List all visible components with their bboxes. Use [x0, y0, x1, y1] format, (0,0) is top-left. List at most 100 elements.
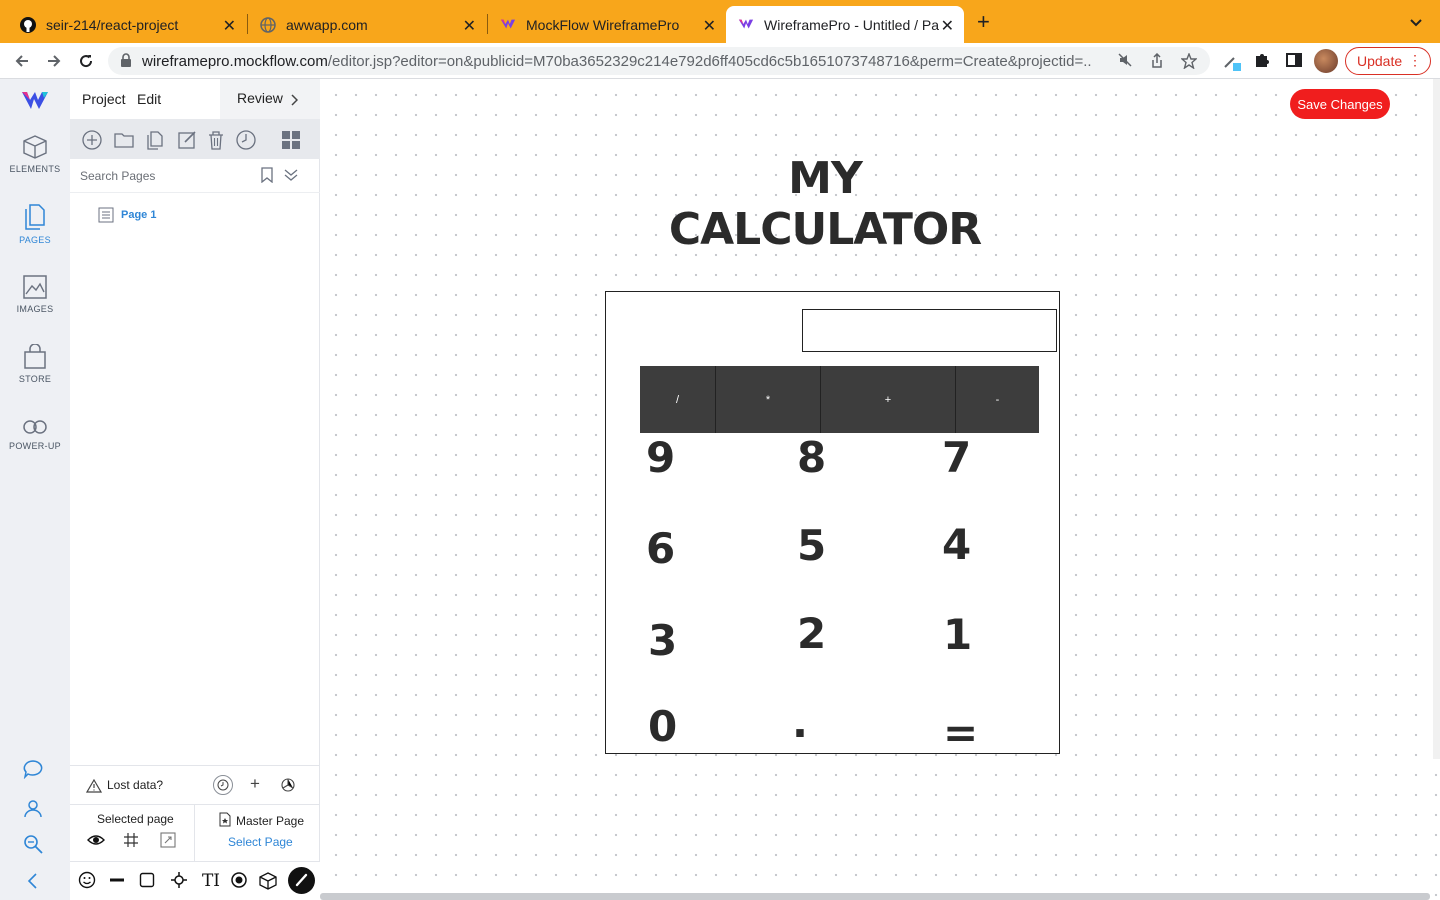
tab-react-project[interactable]: seir-214/react-project ✕	[8, 6, 246, 43]
grid-view-icon[interactable]	[280, 129, 302, 151]
draw-brush-icon[interactable]	[288, 867, 315, 894]
tab-awwapp[interactable]: awwapp.com ✕	[248, 6, 486, 43]
profile-avatar[interactable]	[1314, 49, 1338, 73]
search-pages	[70, 159, 320, 193]
equals-sign[interactable]: =	[943, 712, 978, 754]
grid-icon[interactable]	[123, 832, 139, 848]
address-bar[interactable]: wireframepro.mockflow.com/editor.jsp?edi…	[108, 47, 1210, 75]
side-panel-icon[interactable]	[1284, 51, 1304, 71]
trash-icon[interactable]	[205, 129, 227, 151]
calculator-display[interactable]	[802, 309, 1057, 352]
forward-icon[interactable]	[42, 49, 66, 73]
history-clock-icon[interactable]	[235, 129, 257, 151]
reload-icon[interactable]	[74, 49, 98, 73]
move-tool-icon[interactable]	[169, 871, 189, 891]
pages-toolbar	[70, 119, 320, 159]
eye-icon[interactable]	[87, 833, 105, 847]
new-tab-button[interactable]: +	[977, 11, 990, 33]
collapse-all-icon[interactable]	[283, 168, 299, 182]
tab-label: MockFlow WireframePro	[526, 16, 680, 33]
rail-store-label: STORE	[18, 374, 52, 384]
rail-pages[interactable]: PAGES	[0, 203, 70, 245]
save-changes-button[interactable]: Save Changes	[1290, 89, 1390, 119]
menu-review-label: Review	[237, 90, 283, 106]
close-tab-icon[interactable]: ✕	[703, 16, 716, 36]
rename-icon[interactable]	[176, 129, 198, 151]
zoom-icon[interactable]	[22, 833, 48, 855]
page-icon	[98, 207, 114, 223]
editor-canvas[interactable]: Save Changes MY CALCULATOR / * + - 9 8 7…	[320, 79, 1440, 900]
operator-subtract[interactable]: -	[956, 366, 1039, 433]
smiley-icon[interactable]	[77, 871, 97, 891]
close-tab-icon[interactable]: ✕	[463, 16, 476, 36]
close-tab-icon[interactable]: ✕	[223, 16, 236, 36]
extension-eyedropper-icon[interactable]	[1222, 51, 1242, 71]
share-icon[interactable]	[1148, 52, 1166, 71]
add-icon[interactable]: +	[245, 775, 265, 795]
wireframe-title[interactable]: MY CALCULATOR	[640, 153, 1010, 255]
operator-divide[interactable]: /	[640, 366, 716, 433]
digit-4[interactable]: 4	[942, 524, 971, 566]
tab-mockflow[interactable]: MockFlow WireframePro ✕	[488, 6, 726, 43]
rail-power-up[interactable]: POWER-UP	[0, 417, 70, 451]
selected-page-label: Selected page	[97, 812, 174, 826]
rectangle-tool-icon[interactable]	[137, 871, 157, 891]
operator-add[interactable]: +	[821, 366, 956, 433]
menu-review[interactable]: Review	[220, 79, 320, 119]
mockflow-logo[interactable]	[0, 89, 70, 119]
tab-wireframepro-active[interactable]: WireframePro - Untitled / Page ✕	[726, 6, 964, 43]
lock-icon	[120, 53, 132, 67]
operator-bar[interactable]: / * + -	[640, 366, 1039, 433]
digit-5[interactable]: 5	[797, 525, 826, 567]
page-list-item[interactable]: Page 1	[98, 207, 156, 223]
duplicate-icon[interactable]	[144, 129, 166, 151]
user-settings-icon[interactable]	[22, 797, 48, 819]
vertical-scrollbar[interactable]	[1433, 79, 1440, 759]
tab-search-icon[interactable]	[1410, 14, 1422, 30]
github-icon	[20, 16, 36, 33]
rail-store[interactable]: STORE	[0, 344, 70, 384]
digit-9[interactable]: 9	[646, 437, 675, 479]
add-page-icon[interactable]	[81, 129, 103, 151]
digit-1[interactable]: 1	[943, 614, 972, 656]
bookmark-icon[interactable]	[260, 167, 274, 183]
restore-clock-icon[interactable]	[213, 775, 233, 795]
rail-elements[interactable]: ELEMENTS	[0, 134, 70, 174]
extensions-puzzle-icon[interactable]	[1252, 51, 1272, 71]
rail-images-label: IMAGES	[16, 304, 54, 314]
mute-icon[interactable]	[1116, 53, 1134, 71]
text-tool-icon[interactable]: TI	[201, 871, 221, 891]
back-icon[interactable]	[10, 49, 34, 73]
lost-data-link[interactable]: Lost data?	[107, 778, 163, 792]
digit-7[interactable]: 7	[942, 437, 971, 479]
digit-3[interactable]: 3	[648, 620, 677, 662]
line-tool-icon[interactable]	[107, 871, 127, 891]
radio-tool-icon[interactable]	[229, 871, 249, 891]
menu-dots-icon: ⋮	[1408, 52, 1422, 68]
recycle-icon[interactable]	[278, 775, 298, 795]
horizontal-scrollbar[interactable]	[320, 893, 1430, 900]
calculator-frame[interactable]: / * + - 9 8 7 6 5 4 3 2 1 0 . =	[605, 291, 1060, 754]
resize-page-icon[interactable]	[160, 832, 176, 848]
folder-icon[interactable]	[113, 129, 135, 151]
chat-icon[interactable]	[22, 759, 48, 781]
infinity-icon	[23, 420, 47, 434]
collapse-chevron-icon[interactable]	[22, 871, 48, 893]
close-tab-icon[interactable]: ✕	[941, 16, 954, 36]
3d-box-icon[interactable]	[258, 871, 278, 891]
menu-edit[interactable]: Edit	[137, 91, 161, 107]
digit-0[interactable]: 0	[648, 706, 677, 748]
search-pages-input[interactable]	[78, 167, 248, 185]
update-button[interactable]: Update ⋮	[1345, 47, 1431, 75]
decimal-point[interactable]: .	[792, 702, 808, 744]
digit-6[interactable]: 6	[646, 528, 675, 570]
rail-pages-label: PAGES	[19, 235, 51, 245]
bookmark-star-icon[interactable]	[1180, 52, 1198, 71]
digit-2[interactable]: 2	[797, 613, 826, 655]
operator-multiply[interactable]: *	[716, 366, 821, 433]
rail-images[interactable]: IMAGES	[0, 274, 70, 314]
digit-8[interactable]: 8	[797, 437, 826, 479]
select-page-link[interactable]: Select Page	[228, 835, 293, 849]
url-text: wireframepro.mockflow.com/editor.jsp?edi…	[142, 53, 1092, 70]
menu-project[interactable]: Project	[82, 91, 126, 107]
